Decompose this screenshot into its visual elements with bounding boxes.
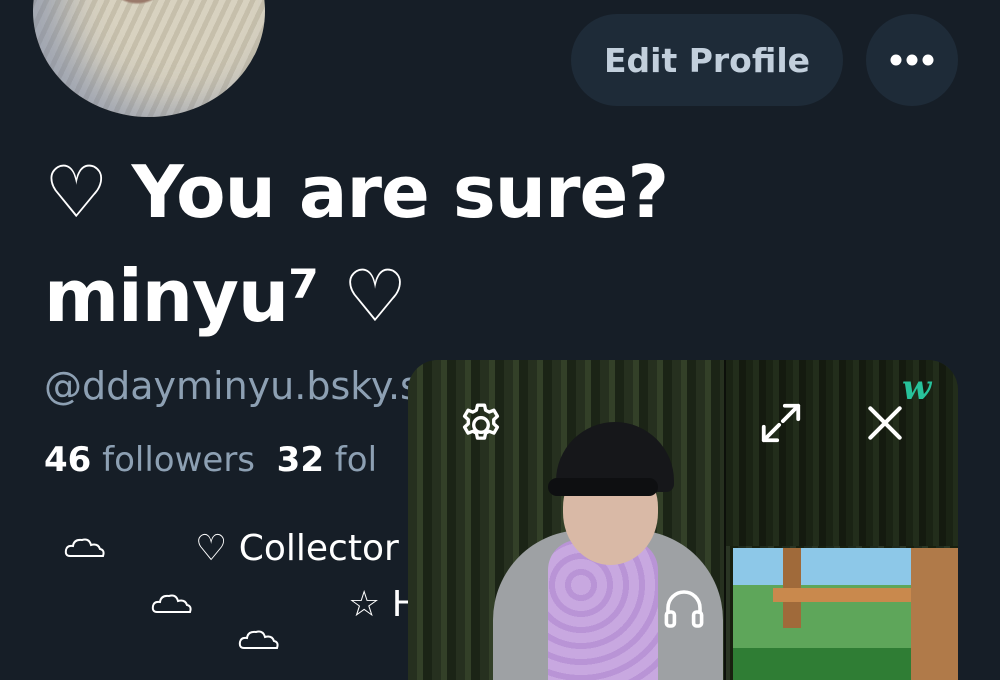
headphones-icon	[664, 590, 704, 628]
pip-close-button[interactable]	[860, 398, 910, 448]
pip-divider	[724, 360, 726, 680]
pip-expand-button[interactable]	[756, 398, 806, 448]
more-options-button[interactable]	[866, 14, 958, 106]
game-thumbnail	[733, 548, 958, 680]
cloud-icon	[64, 538, 105, 557]
pip-video-player[interactable]: w	[408, 360, 958, 680]
cloud-icon	[238, 630, 279, 649]
pip-settings-button[interactable]	[454, 398, 508, 452]
ellipsis-icon	[890, 54, 934, 66]
followers-link[interactable]: 46 followers	[44, 440, 255, 480]
profile-stats: 46 followers 32 fol	[44, 440, 377, 480]
profile-handle: @ddayminyu.bsky.s	[44, 364, 420, 408]
gear-icon	[462, 403, 500, 440]
following-count: 32	[276, 440, 324, 480]
game-platform	[773, 588, 913, 602]
following-label: fol	[334, 440, 378, 480]
pip-audio-button[interactable]	[658, 582, 710, 634]
game-wall	[911, 548, 958, 680]
followers-label: followers	[102, 440, 256, 480]
bio-line-1: ♡ Collector	[195, 528, 399, 569]
display-name: ♡ You are sure? minyu⁷ ♡	[44, 150, 669, 338]
expand-icon	[761, 403, 801, 443]
following-link[interactable]: 32 fol	[277, 440, 377, 480]
followers-count: 46	[44, 440, 92, 480]
edit-profile-button[interactable]: Edit Profile	[571, 14, 843, 106]
cloud-icon	[151, 594, 192, 613]
video-subject-cap-brim	[548, 478, 658, 496]
profile-avatar[interactable]	[33, 0, 265, 117]
close-icon	[868, 406, 902, 440]
